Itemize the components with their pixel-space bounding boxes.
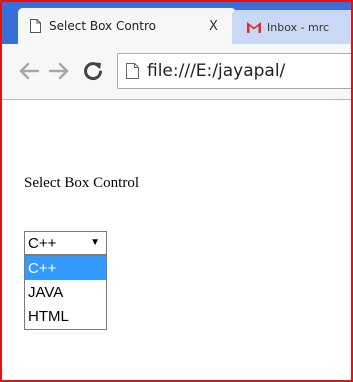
url-text: file:///E:/jayapal/ (147, 61, 286, 81)
arrow-right-icon (48, 62, 69, 80)
page-title: Select Box Control (24, 175, 139, 191)
page-content: Select Box Control C++ ▼ C++ JAVA HTML (0, 101, 353, 382)
reload-icon (84, 62, 102, 81)
dropdown-option-html[interactable]: HTML (25, 304, 106, 328)
arrow-left-icon (19, 62, 40, 80)
reload-button[interactable] (80, 58, 106, 84)
select-dropdown: C++ JAVA HTML (24, 255, 107, 330)
tab-title: Inbox - mrc (267, 20, 330, 34)
select-value: C++ (28, 234, 57, 252)
tab-inbox[interactable]: Inbox - mrc (232, 10, 353, 44)
language-select[interactable]: C++ ▼ (24, 231, 107, 255)
forward-button[interactable] (46, 58, 72, 84)
browser-toolbar: file:///E:/jayapal/ (0, 44, 353, 100)
back-button[interactable] (16, 58, 42, 84)
tab-strip: Select Box Contro X Inbox - mrc (0, 0, 353, 44)
address-bar[interactable]: file:///E:/jayapal/ (117, 53, 353, 89)
doc-icon (126, 63, 139, 79)
dropdown-option-cpp[interactable]: C++ (25, 256, 106, 280)
gmail-icon (247, 22, 261, 33)
close-icon[interactable]: X (209, 19, 218, 34)
dropdown-option-java[interactable]: JAVA (25, 280, 106, 304)
doc-icon (30, 19, 41, 33)
triangle-down-icon: ▼ (90, 237, 100, 248)
tab-title: Select Box Contro (49, 19, 156, 33)
tab-select-box-control[interactable]: Select Box Contro X (18, 8, 236, 44)
